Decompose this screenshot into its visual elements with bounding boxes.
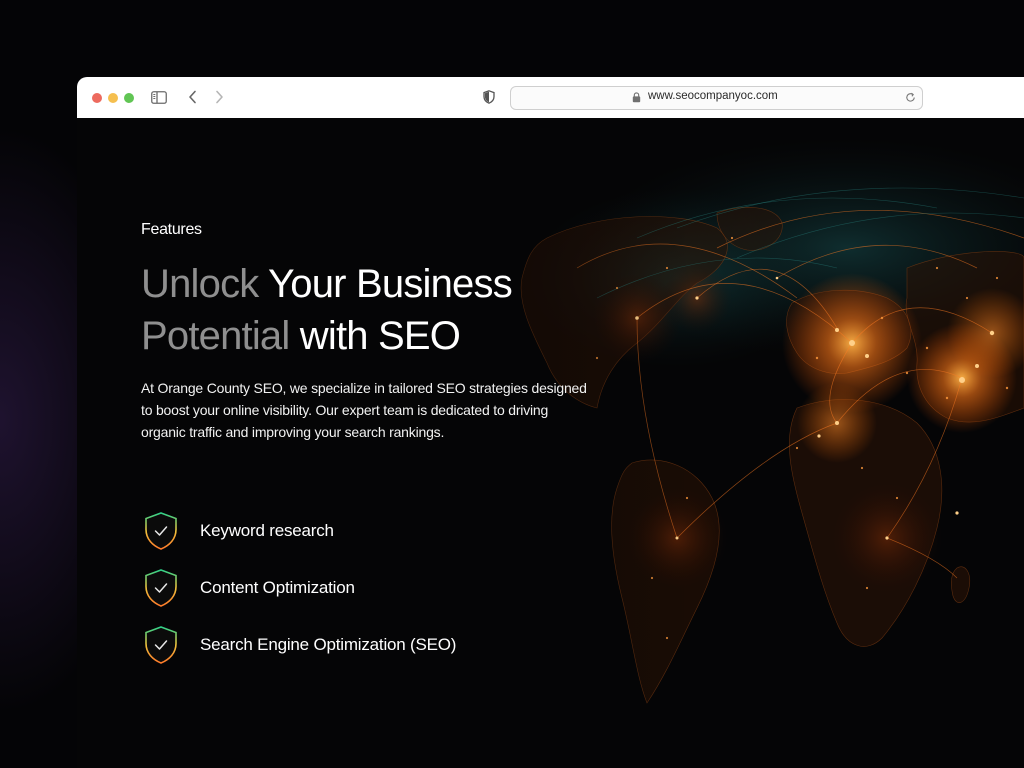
section-eyebrow: Features [141,221,202,238]
minimize-window-button[interactable] [108,93,118,103]
headline-line-2: Potential with SEO [141,310,512,362]
browser-toolbar: www.seocompanyoc.com [77,77,1024,119]
address-bar[interactable]: www.seocompanyoc.com [510,86,923,110]
close-window-button[interactable] [92,93,102,103]
reload-icon[interactable] [905,92,916,103]
headline-line-2-bright: with SEO [289,314,461,358]
forward-arrow-icon[interactable] [213,90,225,104]
shield-check-icon [145,569,177,607]
zoom-window-button[interactable] [124,93,134,103]
feature-label: Keyword research [200,521,334,540]
browser-window: www.seocompanyoc.com Features Unlock You… [77,77,1024,768]
headline-line-2-dim: Potential [141,314,290,358]
url-text: www.seocompanyoc.com [648,90,778,102]
sidebar-toggle-icon[interactable] [151,91,167,104]
hero-description: At Orange County SEO, we specialize in t… [141,380,587,440]
lock-icon [632,92,641,103]
feature-label: Search Engine Optimization (SEO) [200,635,457,654]
back-arrow-icon[interactable] [187,90,199,104]
shield-check-icon [145,626,177,664]
privacy-shield-icon[interactable] [483,90,495,104]
hero-headline: Unlock Your Business Potential with SEO [141,258,513,362]
feature-label: Content Optimization [200,578,355,597]
headline-line-1-bright: Your Business [258,262,513,306]
page-content: Features Unlock Your Business Potential … [77,118,1024,768]
headline-line-1-dim: Unlock [141,262,259,306]
shield-check-icon [145,512,177,550]
headline-line-1: Unlock Your Business [141,258,513,310]
world-network-map [77,118,1024,768]
